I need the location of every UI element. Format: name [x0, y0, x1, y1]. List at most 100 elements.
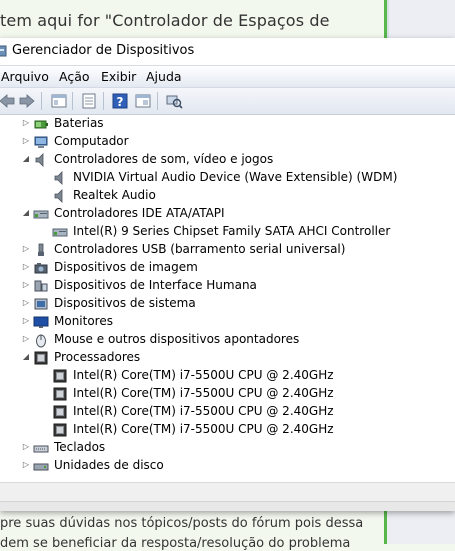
background-forum-text-line1: pre suas dúvidas nos tópicos/posts do fó…: [0, 516, 364, 531]
tree-item-label: Controladores USB (barramento serial uni…: [54, 242, 346, 256]
speaker-icon: [54, 171, 63, 185]
tree-category[interactable]: ◢ Controladores IDE ATA/ATAPI: [0, 205, 455, 223]
processor-icon: [53, 369, 67, 383]
tree-category[interactable]: ▷ Dispositivos de sistema: [0, 295, 455, 313]
processor-icon: [53, 423, 67, 437]
tree-device[interactable]: Realtek Audio: [0, 187, 455, 205]
menu-bar: Arquivo Ação Exibir Ajuda: [0, 66, 455, 88]
tree-item-label: Intel(R) Core(TM) i7-5500U CPU @ 2.40GHz: [73, 404, 334, 418]
window-title: Gerenciador de Dispositivos: [12, 43, 195, 58]
collapsed-arrow-icon[interactable]: ▷: [22, 299, 30, 307]
speaker-icon: [54, 189, 63, 203]
menu-ajuda[interactable]: Ajuda: [146, 69, 182, 84]
system-device-icon: [34, 298, 48, 310]
tree-item-label: Teclados: [54, 440, 106, 454]
tree-category[interactable]: ▷ Dispositivos de imagem: [0, 259, 455, 277]
collapsed-arrow-icon[interactable]: ▷: [22, 281, 30, 289]
tree-item-label: Dispositivos de sistema: [54, 296, 196, 310]
camera-icon: [34, 263, 48, 274]
title-bar[interactable]: Gerenciador de Dispositivos: [0, 38, 455, 66]
status-bar: [0, 482, 455, 511]
background-divider: [387, 0, 389, 38]
device-manager-window: Gerenciador de Dispositivos Arquivo Ação…: [0, 38, 455, 511]
device-tree[interactable]: ▷ Baterias ▷ Computador ◢ Controladores de so…: [0, 115, 455, 482]
tree-device[interactable]: Intel(R) Core(TM) i7-5500U CPU @ 2.40GHz: [0, 367, 455, 385]
tree-device[interactable]: Intel(R) Core(TM) i7-5500U CPU @ 2.40GHz: [0, 421, 455, 439]
tree-item-label: Intel(R) Core(TM) i7-5500U CPU @ 2.40GHz: [73, 422, 334, 436]
expanded-arrow-icon[interactable]: ◢: [22, 209, 30, 217]
properties-icon[interactable]: [80, 92, 98, 110]
monitor-icon: [33, 316, 49, 328]
forward-arrow-icon[interactable]: [18, 92, 36, 110]
tree-device[interactable]: NVIDIA Virtual Audio Device (Wave Extens…: [0, 169, 455, 187]
collapsed-arrow-icon[interactable]: ▷: [22, 317, 30, 325]
menu-exibir[interactable]: Exibir: [101, 69, 136, 84]
hid-icon: [34, 280, 48, 292]
disk-drive-icon: [33, 463, 49, 471]
status-bar-strip: [0, 501, 455, 511]
tree-item-label: Unidades de disco: [54, 458, 164, 472]
collapsed-arrow-icon[interactable]: ▷: [22, 443, 30, 451]
tree-item-label: Intel(R) Core(TM) i7-5500U CPU @ 2.40GHz: [73, 386, 334, 400]
tree-item-label: NVIDIA Virtual Audio Device (Wave Extens…: [73, 170, 398, 184]
expanded-arrow-icon[interactable]: ◢: [22, 155, 30, 163]
ide-controller-icon: [52, 228, 68, 237]
processor-icon: [53, 387, 67, 401]
tree-category[interactable]: ▷ Monitores: [0, 313, 455, 331]
tree-item-label: Processadores: [54, 350, 141, 364]
svg-text:?: ?: [117, 95, 124, 109]
collapsed-arrow-icon[interactable]: ▷: [22, 119, 30, 127]
tree-device[interactable]: Intel(R) Core(TM) i7-5500U CPU @ 2.40GHz: [0, 385, 455, 403]
tree-item-label: Baterias: [54, 116, 104, 130]
battery-icon: [34, 120, 48, 129]
collapsed-arrow-icon[interactable]: ▷: [22, 245, 30, 253]
usb-icon: [38, 243, 44, 256]
tree-item-label: Controladores de som, vídeo e jogos: [54, 152, 274, 166]
speaker-icon: [35, 153, 44, 167]
back-arrow-icon[interactable]: [0, 92, 16, 110]
collapsed-arrow-icon[interactable]: ▷: [22, 461, 30, 469]
menu-acao[interactable]: Ação: [59, 69, 90, 84]
tree-item-label: Controladores IDE ATA/ATAPI: [54, 206, 225, 220]
tree-device[interactable]: Intel(R) Core(TM) i7-5500U CPU @ 2.40GHz: [0, 403, 455, 421]
collapsed-arrow-icon[interactable]: ▷: [22, 335, 30, 343]
toolbar-separator: [157, 92, 158, 110]
expanded-arrow-icon[interactable]: ◢: [22, 353, 30, 361]
tree-item-label: Dispositivos de imagem: [54, 260, 198, 274]
tree-item-label: Intel(R) 9 Series Chipset Family SATA AH…: [73, 224, 391, 238]
tree-category[interactable]: ◢ Controladores de som, vídeo e jogos: [0, 151, 455, 169]
computer-icon: [34, 136, 48, 148]
collapsed-arrow-icon[interactable]: ▷: [22, 263, 30, 271]
tree-category[interactable]: ▷ Controladores USB (barramento serial un…: [0, 241, 455, 259]
processor-icon: [34, 351, 48, 365]
menu-arquivo[interactable]: Arquivo: [1, 69, 49, 84]
tree-item-label: Monitores: [54, 314, 113, 328]
update-driver-icon[interactable]: [134, 92, 152, 110]
tree-category[interactable]: ▷ Mouse e outros dispositivos apontadores: [0, 331, 455, 349]
toolbar: ?: [0, 88, 455, 115]
mouse-icon: [36, 334, 46, 348]
help-icon[interactable]: ?: [111, 92, 129, 110]
keyboard-icon: [33, 445, 49, 453]
show-hide-tree-icon[interactable]: [50, 92, 68, 110]
toolbar-separator: [41, 92, 42, 110]
tree-item-label: Dispositivos de Interface Humana: [54, 278, 257, 292]
tree-category[interactable]: ▷ Dispositivos de Interface Humana: [0, 277, 455, 295]
ide-controller-icon: [33, 210, 49, 219]
collapsed-arrow-icon[interactable]: ▷: [22, 137, 30, 145]
processor-icon: [53, 405, 67, 419]
tree-category[interactable]: ▷ Computador: [0, 133, 455, 151]
tree-item-label: Mouse e outros dispositivos apontadores: [54, 332, 300, 346]
tree-category[interactable]: ▷ Teclados: [0, 439, 455, 457]
scan-hardware-icon[interactable]: [165, 92, 183, 110]
tree-category[interactable]: ◢ Processadores: [0, 349, 455, 367]
tree-category[interactable]: ▷ Baterias: [0, 115, 455, 133]
device-manager-icon: [0, 45, 7, 57]
background-forum-text: tem aqui for "Controlador de Espaços de: [0, 11, 330, 30]
toolbar-separator: [103, 92, 104, 110]
tree-item-label: Computador: [54, 134, 129, 148]
tree-category[interactable]: ▷ Unidades de disco: [0, 457, 455, 475]
tree-device[interactable]: Intel(R) 9 Series Chipset Family SATA AH…: [0, 223, 455, 241]
tree-item-label: Intel(R) Core(TM) i7-5500U CPU @ 2.40GHz: [73, 368, 334, 382]
tree-item-label: Realtek Audio: [73, 188, 156, 202]
